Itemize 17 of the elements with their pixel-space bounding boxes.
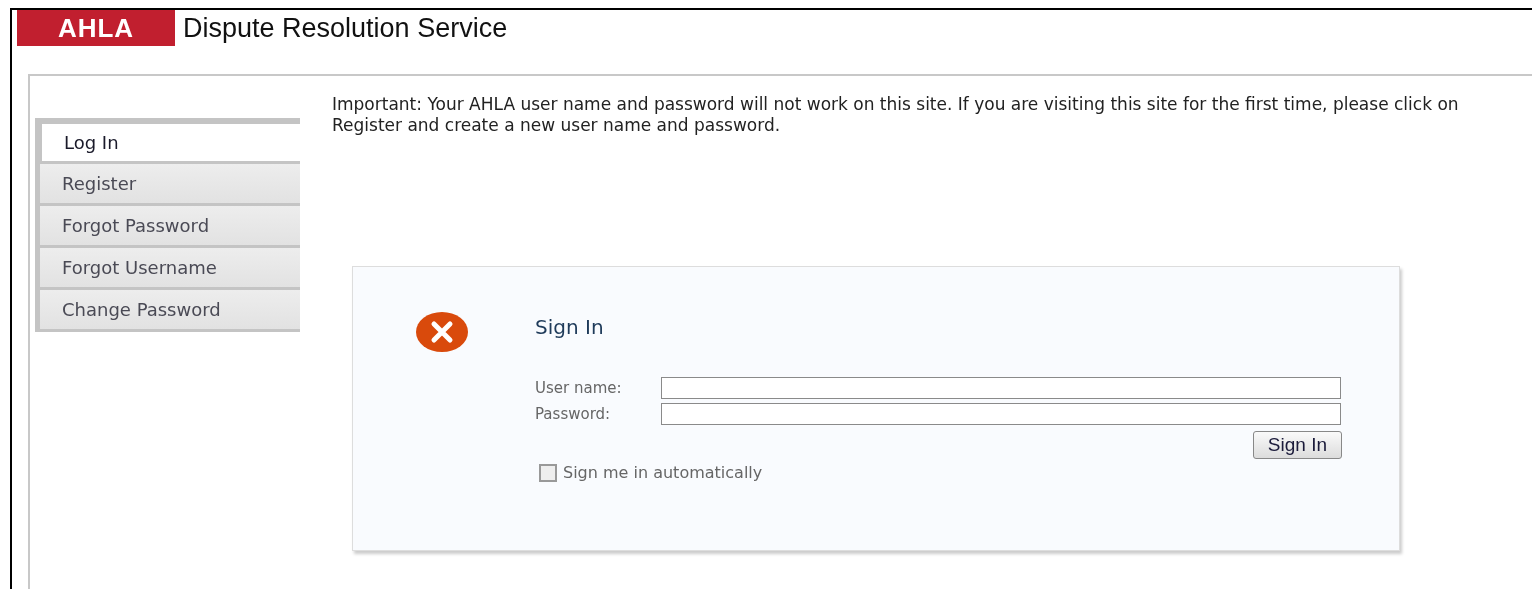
field-label: User name: [535, 379, 623, 397]
error-icon [415, 311, 469, 353]
site-title: Dispute Resolution Service [183, 12, 508, 44]
logo: AHLA [17, 10, 175, 46]
input-field[interactable] [661, 403, 1341, 425]
sign-in-button[interactable]: Sign In [1252, 431, 1342, 459]
checkbox[interactable] [539, 463, 557, 482]
sidebar-item[interactable]: Forgot Username [40, 248, 300, 287]
field-label: Password: [535, 405, 612, 423]
sidebar-item[interactable]: Forgot Password [40, 206, 300, 245]
notice-text: Important: Your AHLA user name and password will not work on this site. If you are visiting this site for the first time, please click on Register and create a new user name and password. [332, 94, 1460, 136]
sidebar-item[interactable]: Change Password [40, 290, 300, 329]
checkbox-label: Sign me in automatically [563, 463, 763, 482]
input-field[interactable] [661, 377, 1341, 399]
sidebar-item[interactable]: Log In [42, 124, 300, 161]
sidebar-item[interactable]: Register [40, 164, 300, 203]
sign-in-title: Sign In [535, 315, 605, 339]
